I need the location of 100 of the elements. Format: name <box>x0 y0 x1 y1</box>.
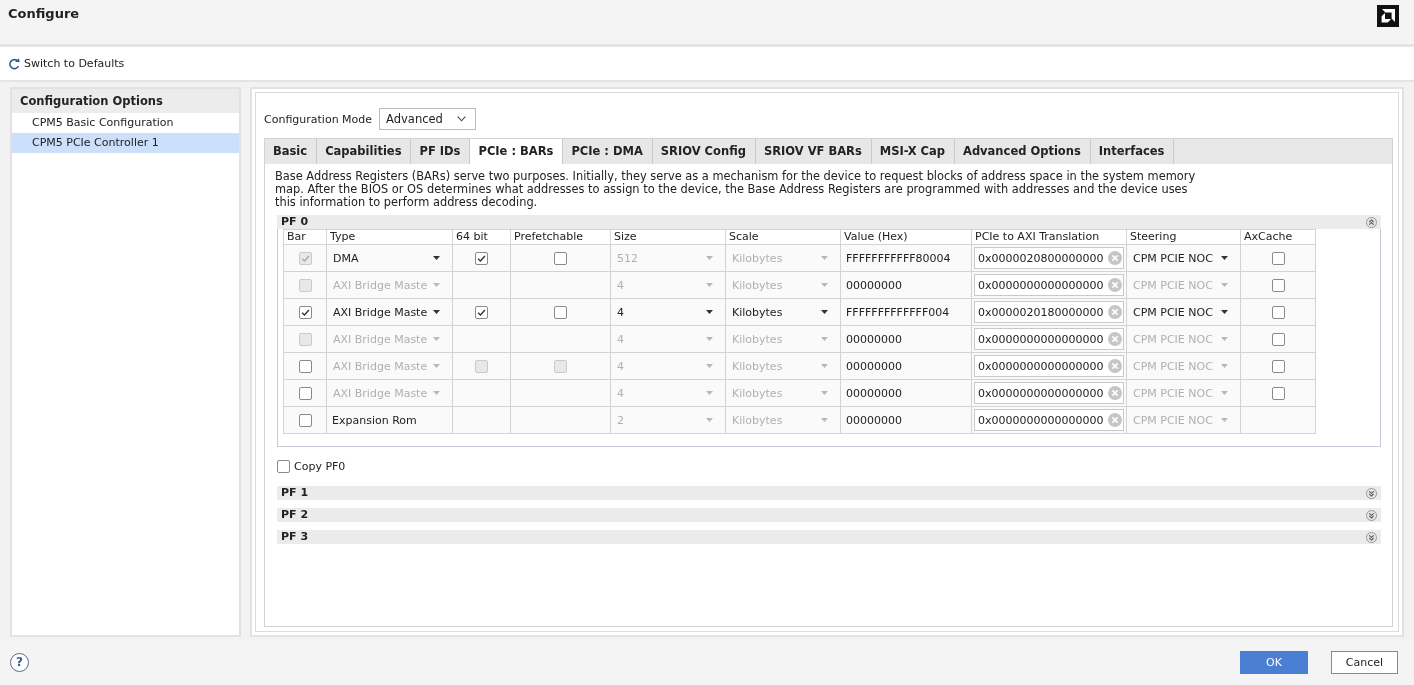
checkbox-label: Copy PF0 <box>294 459 346 473</box>
tab[interactable]: SRIOV Config <box>652 139 756 164</box>
section-header[interactable]: PF 2 <box>277 508 1381 522</box>
caret-icon <box>1221 283 1228 287</box>
tab[interactable]: PCIe : DMA <box>563 139 653 164</box>
checkbox[interactable] <box>1271 278 1285 292</box>
checkbox[interactable] <box>1271 386 1285 400</box>
sidebar-item[interactable]: CPM5 PCIe Controller 1 <box>12 133 239 153</box>
translation-field[interactable]: 0x0000020180000000 <box>974 301 1124 323</box>
tab[interactable]: Basic <box>265 139 318 164</box>
caret-icon <box>433 283 440 287</box>
tab[interactable]: MSI-X Cap <box>871 139 955 164</box>
caret-icon <box>706 418 713 422</box>
mode-dropdown[interactable]: Advanced <box>379 108 477 130</box>
checkbox[interactable] <box>1271 332 1285 346</box>
checkbox[interactable] <box>475 251 488 265</box>
caret-icon <box>821 391 828 395</box>
chevrons-down-icon[interactable] <box>1366 509 1377 521</box>
translation-field[interactable]: 0x0000000000000000 <box>974 328 1124 350</box>
column-header: Size <box>610 229 726 245</box>
translation-field[interactable]: 0x0000000000000000 <box>974 382 1124 404</box>
secondary-button[interactable]: Cancel <box>1331 651 1398 674</box>
column-header: Steering <box>1126 229 1241 245</box>
tab[interactable]: PCIe : BARs <box>470 139 564 164</box>
chevrons-down-icon[interactable] <box>1366 531 1377 543</box>
caret-icon <box>433 310 440 314</box>
checkbox[interactable] <box>1271 305 1285 319</box>
caret-icon <box>433 256 440 260</box>
column-header: Bar <box>283 229 327 245</box>
checkbox[interactable] <box>554 251 567 265</box>
caret-icon <box>433 364 440 368</box>
chevrons-down-icon[interactable] <box>1366 487 1377 499</box>
checkbox[interactable] <box>298 386 312 400</box>
column-header: AxCache <box>1240 229 1316 245</box>
column-header: Value (Hex) <box>840 229 972 245</box>
hex-value: 00000000 <box>845 332 902 346</box>
checkbox[interactable] <box>554 305 567 319</box>
hex-value: 00000000 <box>845 359 902 373</box>
checkbox[interactable] <box>475 305 488 319</box>
caret-icon <box>821 256 828 260</box>
hex-value: FFFFFFFFFFFFF004 <box>845 305 950 319</box>
refresh-icon <box>8 57 20 70</box>
field-label: Configuration Mode <box>264 112 373 126</box>
primary-button[interactable]: OK <box>1240 651 1308 674</box>
caret-icon <box>821 337 828 341</box>
translation-field[interactable]: 0x0000020800000000 <box>974 247 1124 269</box>
checkbox[interactable] <box>1271 251 1285 265</box>
caret-icon <box>706 337 713 341</box>
checkbox[interactable] <box>1271 359 1285 373</box>
caret-icon <box>821 310 828 314</box>
caret-icon <box>706 391 713 395</box>
translation-field[interactable]: 0x0000000000000000 <box>974 274 1124 296</box>
column-header: Scale <box>725 229 841 245</box>
tab[interactable]: Capabilities <box>317 139 412 164</box>
hex-value: 00000000 <box>845 278 902 292</box>
column-header: 64 bit <box>452 229 511 245</box>
chevrons-up-icon[interactable] <box>1366 216 1377 228</box>
translation-field[interactable]: 0x0000000000000000 <box>974 409 1124 431</box>
type-dropdown[interactable]: AXI Bridge Maste <box>327 299 452 325</box>
scale-dropdown[interactable]: Kilobytes <box>726 299 840 325</box>
caret-icon <box>433 391 440 395</box>
size-dropdown[interactable]: 4 <box>611 299 725 325</box>
caret-icon <box>1221 310 1228 314</box>
sidebar-title: Configuration Options <box>12 89 239 113</box>
checkbox[interactable] <box>298 305 312 319</box>
caret-icon <box>821 418 828 422</box>
column-header: Type <box>326 229 453 245</box>
caret-icon <box>1221 364 1228 368</box>
description-text: Base Address Registers (BARs) serve two purposes. Initially, they serve as a mechanism for the device to request blocks of address space in the system memory map. After the BIOS or OS determines what addresses to assign to the device, the Base Address Registers are programmed with addresses and the device uses this information to perform address decoding. <box>275 170 1197 209</box>
caret-icon <box>821 283 828 287</box>
hex-value: 00000000 <box>845 386 902 400</box>
steering-dropdown[interactable]: CPM PCIE NOC <box>1127 299 1240 325</box>
chevron-down-icon <box>457 116 467 122</box>
caret-icon <box>1221 256 1228 260</box>
logo-icon <box>1377 5 1399 27</box>
section-header[interactable]: PF 3 <box>277 530 1381 544</box>
caret-icon <box>706 256 713 260</box>
caret-icon <box>1221 391 1228 395</box>
checkbox[interactable] <box>298 413 312 427</box>
section-header[interactable]: PF 0 <box>277 215 1381 229</box>
section-header[interactable]: PF 1 <box>277 486 1381 500</box>
help-button[interactable]: ? <box>10 653 29 672</box>
steering-dropdown[interactable]: CPM PCIE NOC <box>1127 245 1240 271</box>
sidebar-item[interactable]: CPM5 Basic Configuration <box>12 113 239 133</box>
type-dropdown[interactable]: DMA <box>327 245 452 271</box>
window-title: Configure <box>8 5 80 23</box>
switch-to-defaults-button[interactable]: Switch to Defaults <box>8 57 125 70</box>
tab[interactable]: Interfaces <box>1090 139 1175 164</box>
caret-icon <box>433 337 440 341</box>
column-header: Prefetchable <box>510 229 611 245</box>
caret-icon <box>1221 418 1228 422</box>
hex-value: FFFFFFFFFFF80004 <box>845 251 951 265</box>
caret-icon <box>706 283 713 287</box>
caret-icon <box>706 310 713 314</box>
translation-field[interactable]: 0x0000000000000000 <box>974 355 1124 377</box>
tab[interactable]: SRIOV VF BARs <box>755 139 872 164</box>
tab[interactable]: Advanced Options <box>955 139 1091 164</box>
checkbox[interactable] <box>277 459 290 473</box>
checkbox[interactable] <box>298 359 312 373</box>
hex-value: 00000000 <box>845 413 902 427</box>
